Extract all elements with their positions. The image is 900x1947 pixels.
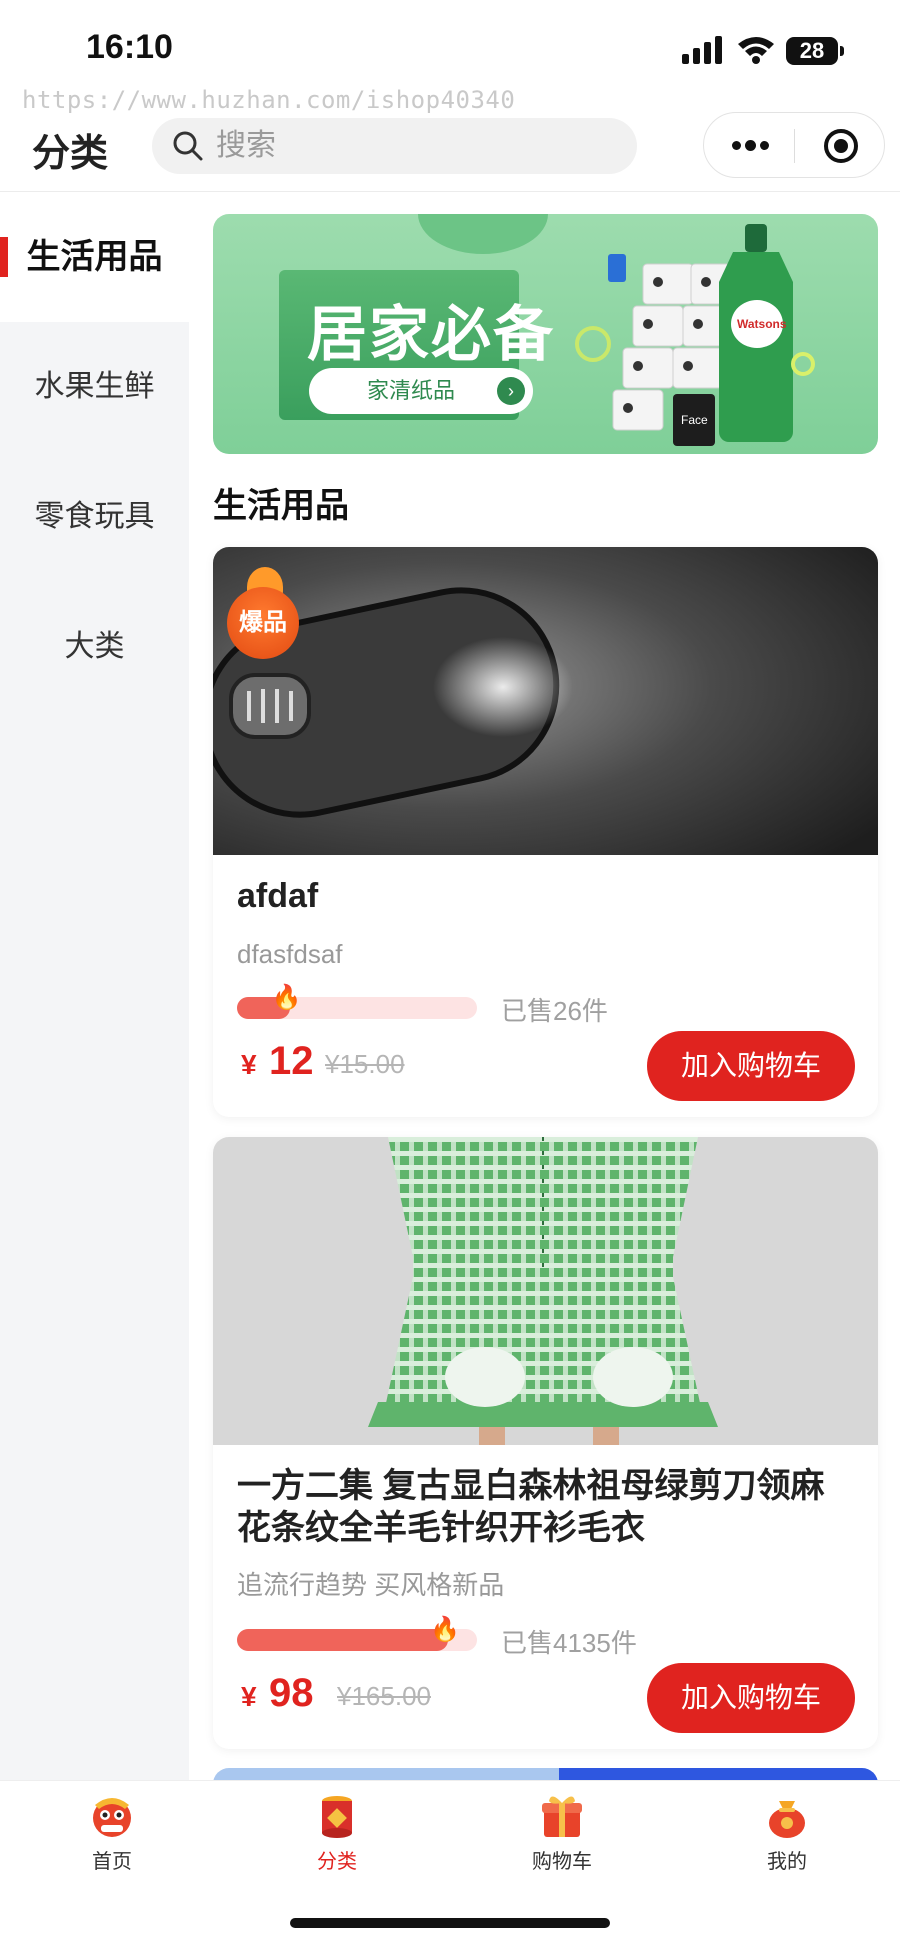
- tab-mine[interactable]: 我的: [712, 1791, 862, 1881]
- banner-button-label: 家清纸品: [367, 378, 456, 403]
- sold-count: 已售26件: [501, 996, 608, 1026]
- banner-brand-face: Face: [681, 413, 708, 427]
- flame-icon: 🔥: [430, 1616, 461, 1643]
- miniprogram-capsule: [703, 112, 885, 178]
- status-bar: 16:10 28: [0, 0, 900, 95]
- promo-banner[interactable]: 居家必备 家清纸品 › Face Watsons: [213, 214, 878, 454]
- signal-icon: [682, 36, 724, 64]
- original-price: ¥15.00: [325, 1049, 405, 1079]
- tab-label: 我的: [767, 1851, 807, 1873]
- red-drum-icon: [322, 1796, 352, 1838]
- tab-label: 首页: [92, 1851, 132, 1873]
- product-card-partial[interactable]: [213, 1768, 878, 1780]
- lucky-bag-icon: [769, 1801, 805, 1838]
- sidebar-item-fresh-fruit[interactable]: 水果生鲜: [0, 322, 189, 452]
- gift-box-icon: [542, 1796, 582, 1837]
- hot-product-badge: 爆品: [227, 587, 299, 659]
- tab-label: 购物车: [532, 1851, 592, 1873]
- banner-button[interactable]: 家清纸品 ›: [309, 368, 533, 414]
- product-description: dfasfdsaf: [237, 939, 343, 969]
- product-name: afdaf: [237, 877, 319, 915]
- search-input[interactable]: [216, 118, 616, 174]
- wifi-icon: [738, 37, 774, 64]
- lion-dance-icon: [93, 1798, 131, 1837]
- section-title: 生活用品: [213, 487, 349, 525]
- banner-brand-watsons: Watsons: [737, 317, 787, 331]
- product-image: [213, 547, 878, 855]
- banner-title: 居家必备: [307, 300, 555, 370]
- product-price: 12: [269, 1039, 314, 1083]
- original-price: ¥165.00: [337, 1681, 431, 1711]
- page-title: 分类: [32, 133, 109, 175]
- product-card[interactable]: 一方二集 复古显白森林祖母绿剪刀领麻花条纹全羊毛针织开衫毛衣 追流行趋势 买风格…: [213, 1137, 878, 1749]
- tab-home[interactable]: 首页: [37, 1791, 187, 1881]
- household-products-image: Face Watsons: [575, 224, 815, 446]
- sidebar-item-snacks-toys[interactable]: 零食玩具: [0, 452, 189, 582]
- sales-progress-fill: [237, 1629, 449, 1651]
- add-to-cart-button[interactable]: 加入购物车: [647, 1663, 855, 1733]
- more-icon[interactable]: [704, 113, 794, 177]
- tab-label: 分类: [317, 1851, 357, 1873]
- add-to-cart-button[interactable]: 加入购物车: [647, 1031, 855, 1101]
- battery-icon: 28: [786, 37, 844, 65]
- sidebar-item-big-category[interactable]: 大类: [0, 582, 189, 712]
- chevron-right-icon: ›: [497, 377, 525, 405]
- flame-icon: 🔥: [271, 984, 302, 1011]
- tab-category[interactable]: 分类: [262, 1791, 412, 1881]
- product-image: [213, 1137, 878, 1445]
- header: 分类: [0, 100, 900, 192]
- sold-count: 已售4135件: [501, 1628, 637, 1658]
- search-bar[interactable]: [152, 118, 637, 174]
- sales-progress-bar: 🔥: [237, 984, 477, 1019]
- home-indicator: [290, 1918, 610, 1928]
- product-description: 追流行趋势 买风格新品: [237, 1570, 505, 1600]
- product-list: 居家必备 家清纸品 › Face Watsons 生活用品 爆品 afdaf d…: [189, 192, 900, 1780]
- status-time: 16:10: [86, 28, 173, 66]
- currency-symbol: ¥: [241, 1049, 257, 1080]
- tab-cart[interactable]: 购物车: [487, 1791, 637, 1881]
- category-sidebar: 生活用品 水果生鲜 零食玩具 大类: [0, 192, 189, 1780]
- product-name: 一方二集 复古显白森林祖母绿剪刀领麻花条纹全羊毛针织开衫毛衣: [237, 1467, 825, 1547]
- sales-progress-bar: 🔥: [237, 1616, 477, 1651]
- currency-symbol: ¥: [241, 1681, 257, 1712]
- product-price: 98: [269, 1671, 314, 1715]
- close-miniprogram-icon[interactable]: [795, 113, 885, 177]
- sidebar-item-daily-goods[interactable]: 生活用品: [0, 192, 189, 322]
- product-card[interactable]: 爆品 afdaf dfasfdsaf 🔥 已售26件 ¥ 12 ¥15.00 加…: [213, 547, 878, 1117]
- search-icon: [173, 131, 203, 161]
